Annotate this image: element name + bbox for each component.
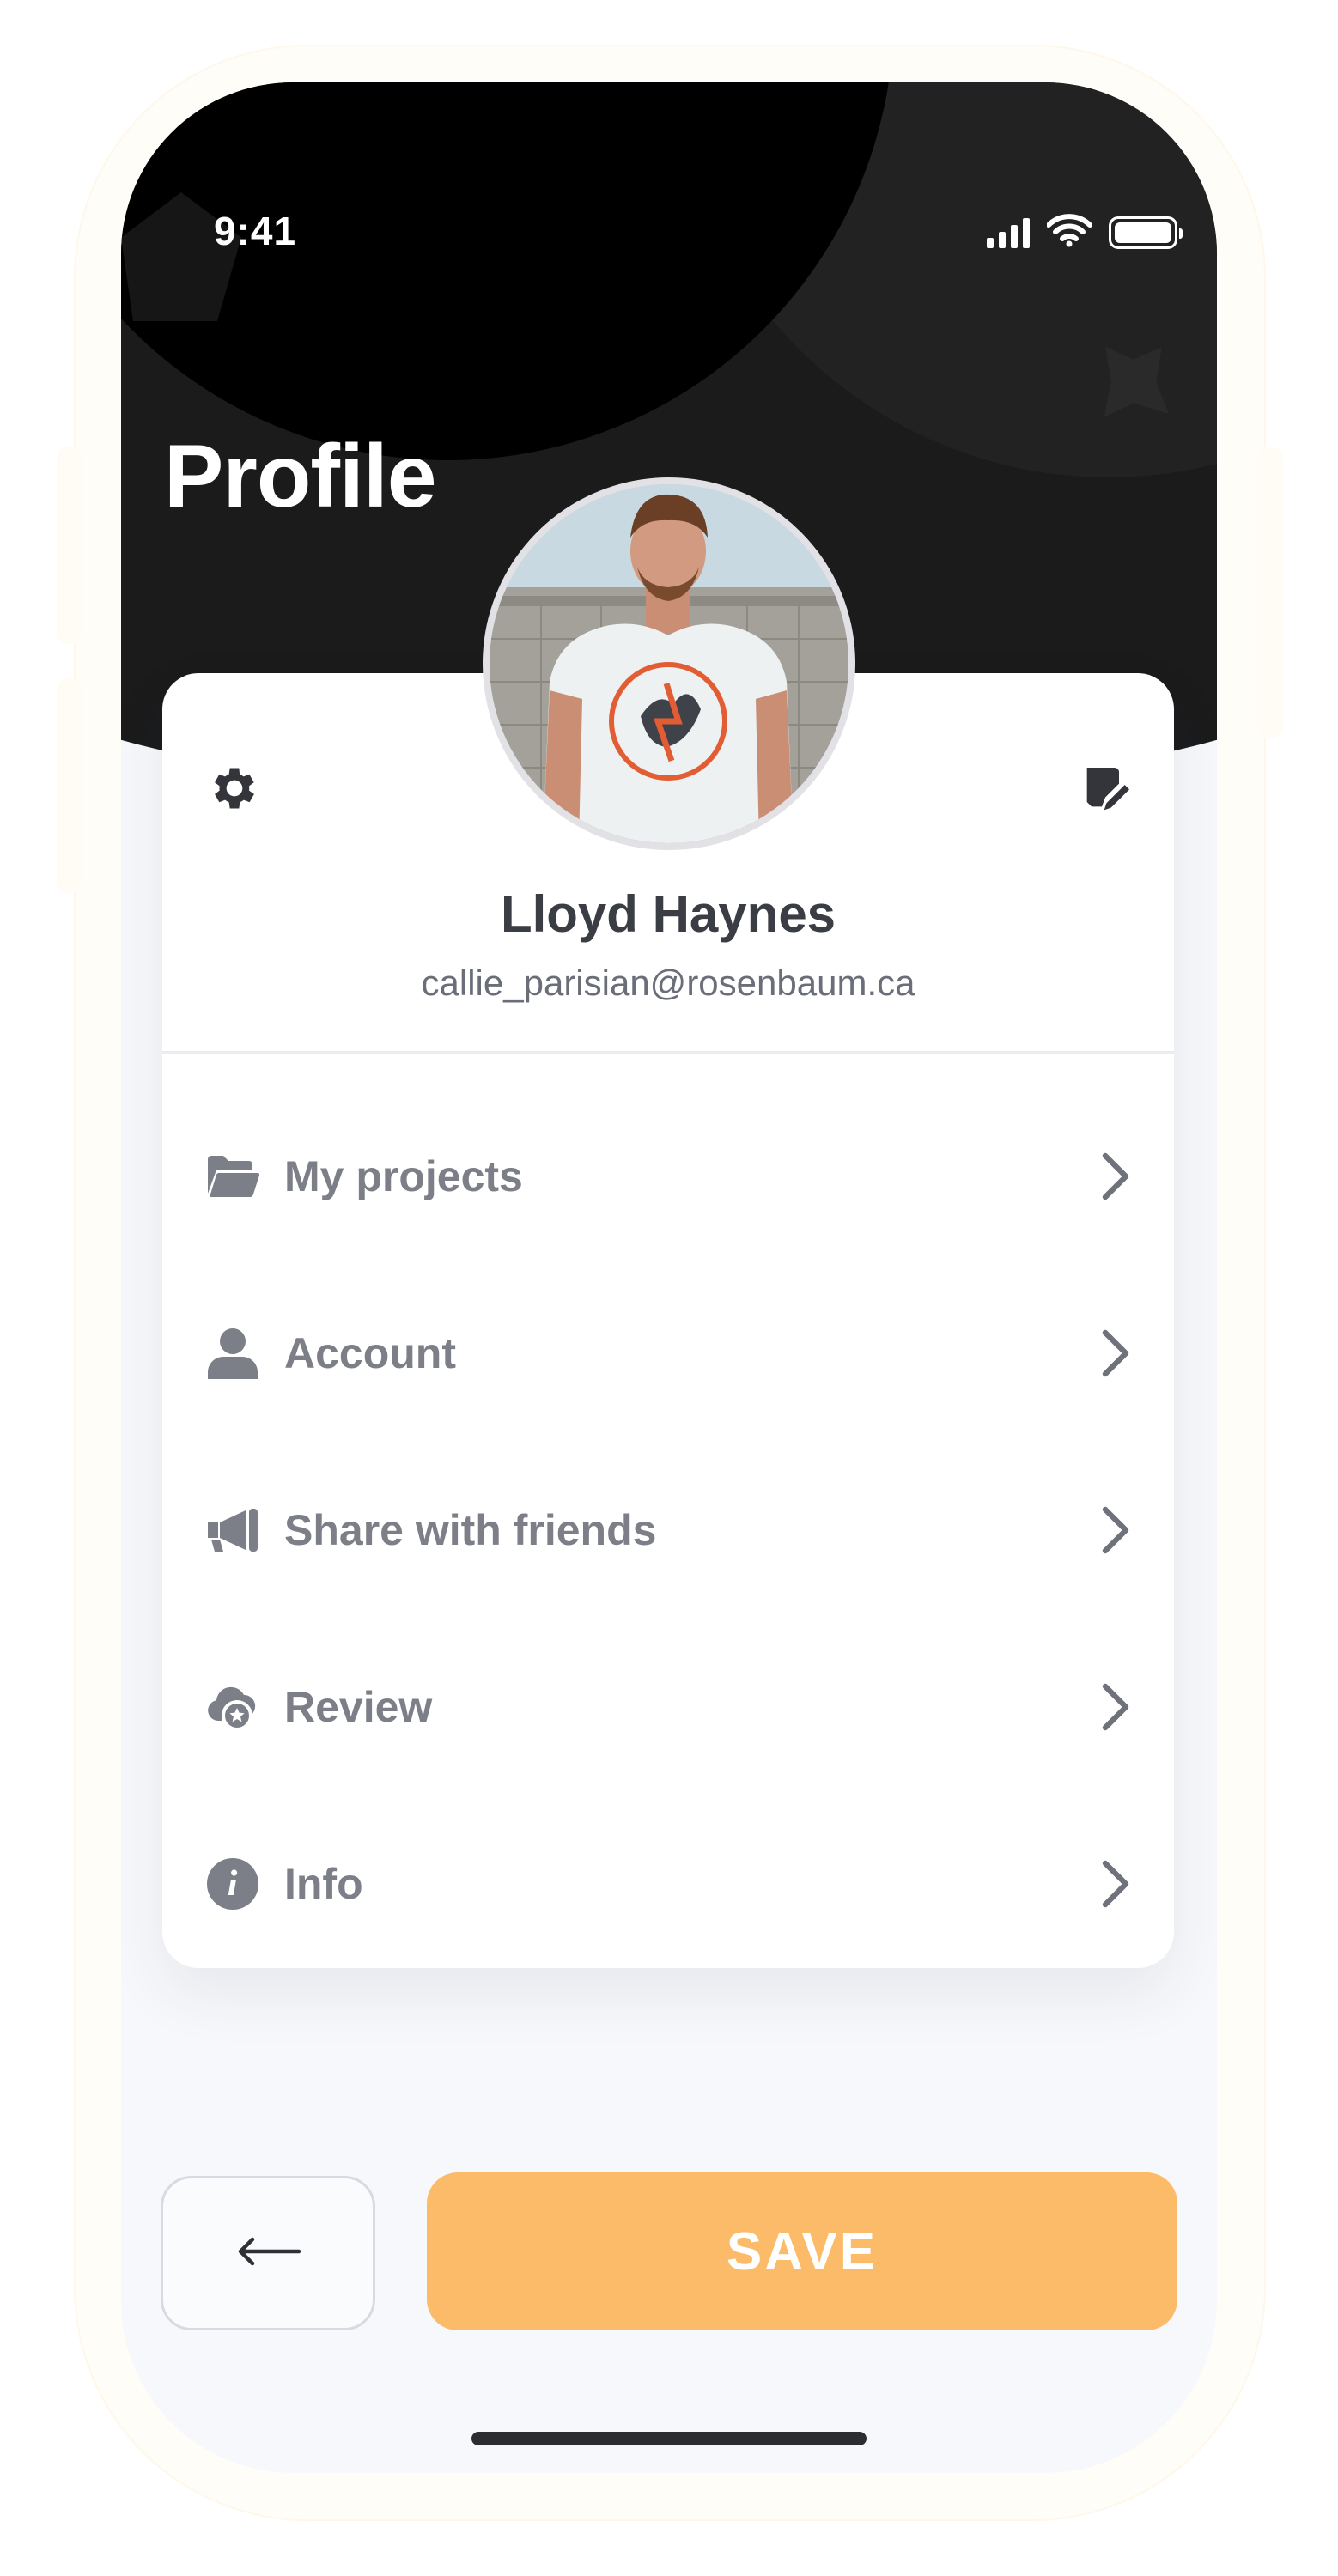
edit-note-icon [1078,761,1133,820]
chevron-right-icon [1090,1858,1141,1910]
status-time: 9:41 [214,209,297,253]
device-side-button [57,447,82,644]
menu-item-label: Account [284,1329,456,1377]
menu-item-label: Info [284,1860,363,1908]
gear-icon [207,761,262,820]
cellular-signal-icon [987,217,1030,248]
user-avatar-photo [490,484,848,843]
avatar[interactable] [483,477,855,850]
chevron-right-icon [1090,1327,1141,1379]
save-button-label: SAVE [726,2221,879,2281]
save-button[interactable]: SAVE [427,2172,1177,2330]
phone-screen: 9:41 Profile Lloyd Haynes callie_parisia… [121,82,1217,2473]
home-indicator [471,2432,867,2445]
back-button[interactable] [161,2176,375,2330]
chevron-right-icon [1090,1681,1141,1733]
arrow-left-icon [235,2236,301,2271]
folder-open-icon [205,1149,260,1204]
menu-item-my-projects[interactable]: My projects [162,1088,1174,1265]
decorative-circle [121,82,894,460]
menu-item-share-with-friends[interactable]: Share with friends [162,1442,1174,1619]
menu-item-label: My projects [284,1152,523,1200]
chevron-right-icon [1090,1151,1141,1202]
device-side-button [1257,447,1283,738]
megaphone-icon [205,1503,260,1558]
battery-icon [1109,216,1183,249]
user-name: Lloyd Haynes [500,885,836,943]
cloud-star-icon [205,1680,260,1735]
menu-item-review[interactable]: Review [162,1619,1174,1795]
info-circle-icon [205,1856,260,1911]
menu-item-label: Review [284,1683,433,1731]
settings-button[interactable] [202,757,267,823]
page-title: Profile [164,427,437,526]
profile-card: Lloyd Haynes callie_parisian@rosenbaum.c… [162,673,1174,1968]
wifi-icon [1046,213,1092,252]
menu-item-account[interactable]: Account [162,1265,1174,1442]
chevron-right-icon [1090,1504,1141,1556]
menu-item-info[interactable]: Info [162,1795,1174,1972]
device-side-button [57,678,82,893]
status-icons [987,213,1183,252]
menu-item-label: Share with friends [284,1506,657,1554]
divider [162,1051,1174,1054]
user-email: callie_parisian@rosenbaum.ca [421,963,915,1003]
edit-profile-button[interactable] [1073,757,1138,823]
user-icon [205,1326,260,1381]
